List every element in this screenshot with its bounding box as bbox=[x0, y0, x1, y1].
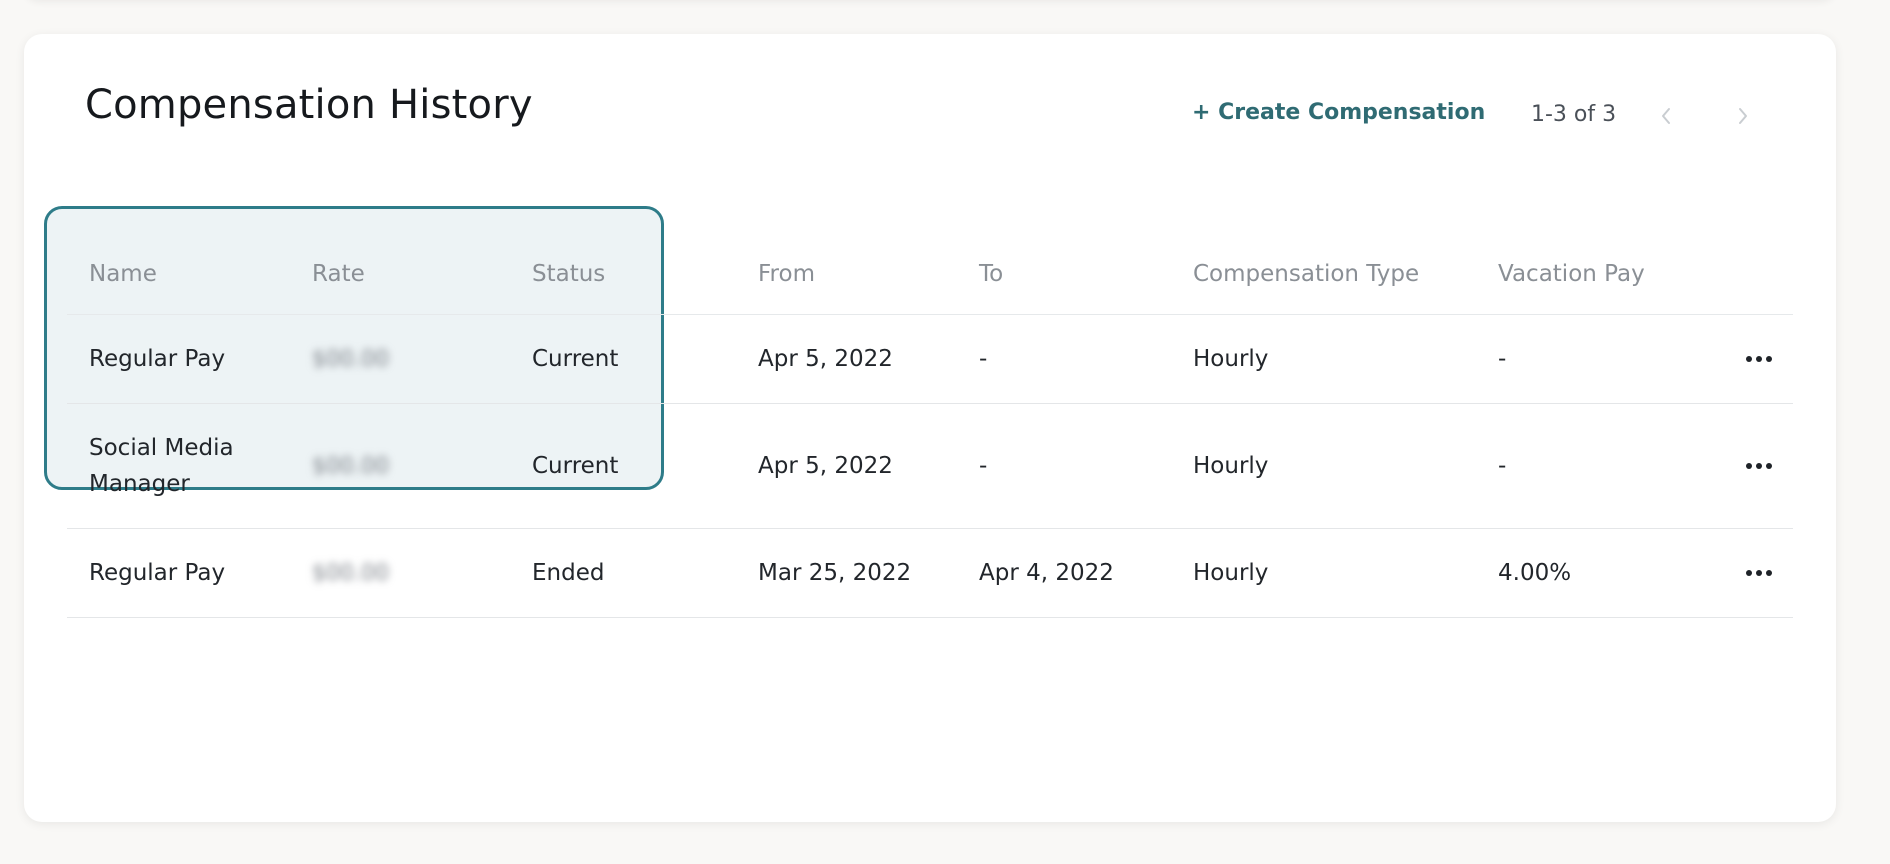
cell-status: Ended bbox=[532, 560, 605, 586]
create-compensation-button[interactable]: + Create Compensation bbox=[1192, 100, 1485, 125]
cell-compensation-type: Hourly bbox=[1193, 346, 1269, 372]
cell-to: Apr 4, 2022 bbox=[979, 560, 1114, 586]
chevron-right-icon bbox=[1739, 108, 1747, 124]
rate-value-blurred: $00.00 bbox=[312, 560, 389, 586]
cell-from: Apr 5, 2022 bbox=[758, 453, 893, 479]
pagination-range: 1-3 of 3 bbox=[1531, 102, 1617, 127]
more-options-icon[interactable] bbox=[1746, 463, 1772, 469]
page-title: Compensation History bbox=[85, 82, 533, 128]
compensation-history-card: Compensation History + Create Compensati… bbox=[24, 34, 1836, 822]
cell-name: Regular Pay bbox=[89, 560, 226, 586]
chevron-left-icon bbox=[1662, 108, 1670, 124]
cell-from: Apr 5, 2022 bbox=[758, 346, 893, 372]
rate-value-blurred: $00.00 bbox=[312, 453, 389, 479]
cell-name: Social Media Manager bbox=[89, 404, 289, 528]
cell-to: - bbox=[979, 453, 988, 479]
cell-rate: $00.00 bbox=[312, 315, 502, 403]
table-header-row: Name Rate Status From To Compensation Ty… bbox=[67, 234, 1793, 315]
table-row[interactable]: Regular Pay $00.00 Ended Mar 25, 2022 Ap… bbox=[67, 529, 1793, 618]
column-header-from[interactable]: From bbox=[758, 234, 958, 314]
cell-status: Current bbox=[532, 453, 619, 479]
cell-name: Regular Pay bbox=[89, 346, 226, 372]
cell-vacation-pay: 4.00% bbox=[1498, 560, 1572, 586]
cell-rate: $00.00 bbox=[312, 529, 502, 617]
cell-name-text: Social Media Manager bbox=[89, 435, 234, 497]
previous-page-button[interactable] bbox=[1646, 96, 1686, 136]
cell-vacation-pay: - bbox=[1498, 453, 1507, 479]
column-header-compensation-type[interactable]: Compensation Type bbox=[1193, 234, 1473, 314]
cell-rate: $00.00 bbox=[312, 404, 502, 528]
column-header-name[interactable]: Name bbox=[89, 234, 289, 314]
cell-compensation-type: Hourly bbox=[1193, 560, 1269, 586]
column-header-status[interactable]: Status bbox=[532, 234, 732, 314]
table-row[interactable]: Regular Pay $00.00 Current Apr 5, 2022 -… bbox=[67, 315, 1793, 404]
row-actions bbox=[1737, 315, 1781, 403]
more-options-icon[interactable] bbox=[1746, 570, 1772, 576]
column-header-vacation-pay[interactable]: Vacation Pay bbox=[1498, 234, 1718, 314]
cell-vacation-pay: - bbox=[1498, 346, 1507, 372]
compensation-table: Name Rate Status From To Compensation Ty… bbox=[67, 234, 1793, 618]
next-page-button[interactable] bbox=[1723, 96, 1763, 136]
cell-status: Current bbox=[532, 346, 619, 372]
row-actions bbox=[1737, 404, 1781, 528]
column-header-rate[interactable]: Rate bbox=[312, 234, 502, 314]
cell-to: - bbox=[979, 346, 988, 372]
table-row[interactable]: Social Media Manager $00.00 Current Apr … bbox=[67, 404, 1793, 529]
rate-value-blurred: $00.00 bbox=[312, 346, 389, 372]
row-actions bbox=[1737, 529, 1781, 617]
more-options-icon[interactable] bbox=[1746, 356, 1772, 362]
cell-from: Mar 25, 2022 bbox=[758, 560, 912, 586]
cell-compensation-type: Hourly bbox=[1193, 453, 1269, 479]
column-header-to[interactable]: To bbox=[979, 234, 1179, 314]
